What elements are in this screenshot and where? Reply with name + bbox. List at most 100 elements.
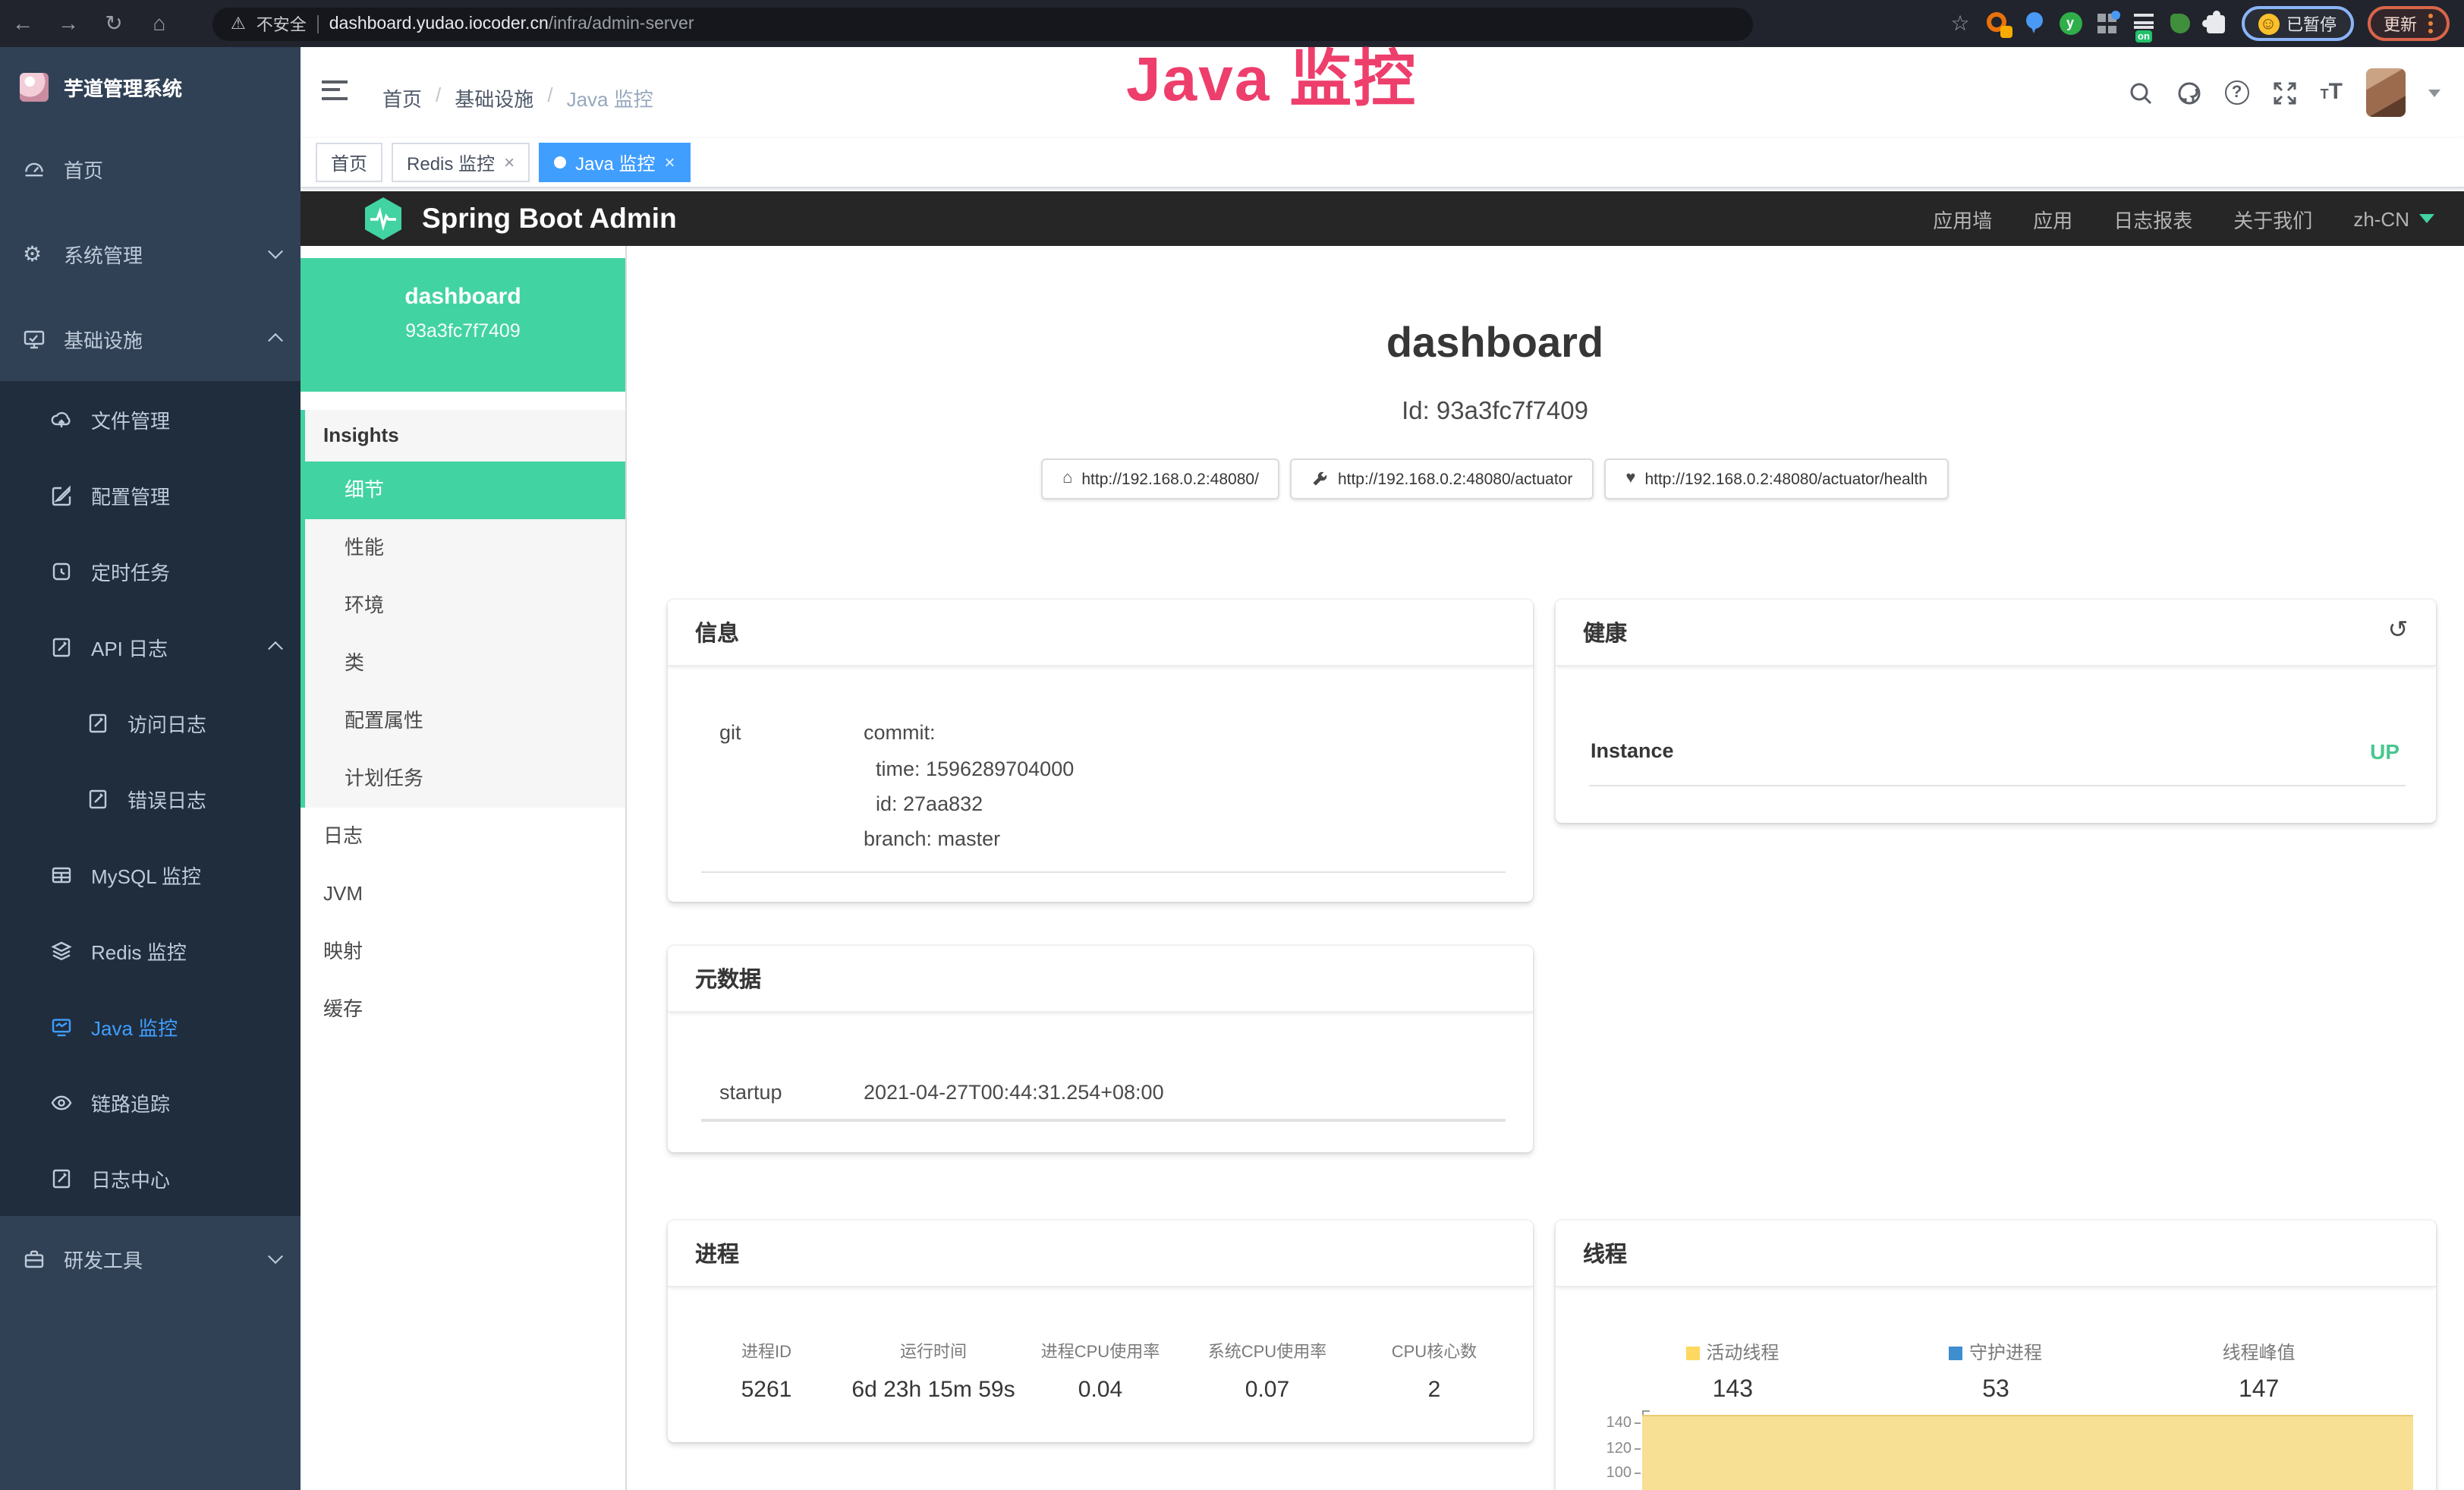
- extension-grid-icon[interactable]: [2095, 12, 2118, 35]
- sidebar-item-label: 系统管理: [64, 239, 143, 268]
- sba-menu-jvm[interactable]: JVM: [301, 865, 625, 923]
- sba-locale-select[interactable]: zh-CN: [2353, 207, 2434, 230]
- sidebar-item-file-mgmt[interactable]: 文件管理: [0, 381, 301, 457]
- browser-update-button[interactable]: 更新: [2367, 6, 2449, 41]
- fullscreen-icon[interactable]: [2272, 80, 2298, 106]
- sba-menu-details[interactable]: 细节: [305, 461, 625, 519]
- briefcase-icon: [23, 1247, 46, 1270]
- info-panel-title: 信息: [668, 600, 1533, 666]
- service-url-button[interactable]: ⌂ http://192.168.0.2:48080/: [1041, 458, 1280, 499]
- sidebar-item-system-mgmt[interactable]: ⚙ 系统管理: [0, 211, 301, 296]
- sba-nav-wallboard[interactable]: 应用墙: [1933, 204, 1992, 233]
- eye-icon: [50, 1091, 73, 1114]
- sidebar-item-home[interactable]: 首页: [0, 126, 301, 211]
- browser-profile-chip[interactable]: ☺ 已暂停: [2241, 6, 2353, 41]
- sba-menu-config-props[interactable]: 配置属性: [305, 692, 625, 750]
- address-bar[interactable]: ⚠ 不安全 dashboard.yudao.iocoder.cn/infra/a…: [212, 7, 1753, 40]
- profile-status-label: 已暂停: [2286, 11, 2337, 36]
- log-edit-icon: [87, 711, 109, 734]
- breadcrumb-home[interactable]: 首页: [382, 83, 422, 112]
- user-avatar[interactable]: [2365, 68, 2405, 117]
- sba-header: Spring Boot Admin 应用墙 应用 日志报表 关于我们 zh-CN: [301, 191, 2464, 246]
- sba-menu-environment[interactable]: 环境: [305, 577, 625, 635]
- extension-switch-icon[interactable]: on: [2132, 12, 2154, 35]
- app-sidebar: 芋道管理系统 首页 ⚙ 系统管理 基础设施 文件管理: [0, 47, 301, 1490]
- sidebar-item-error-logs[interactable]: 错误日志: [0, 761, 301, 836]
- git-time-line: time: 1596289704000: [876, 758, 1074, 780]
- tab-java-monitor[interactable]: Java 监控 ×: [539, 143, 690, 182]
- tab-redis-monitor[interactable]: Redis 监控 ×: [392, 143, 530, 182]
- sba-menu-caches[interactable]: 缓存: [301, 981, 625, 1038]
- value-pid: 5261: [683, 1377, 850, 1403]
- sba-insights-block: Insights 细节 性能 环境 类 配置属性 计划任务: [301, 410, 625, 808]
- sidebar-item-dev-tools[interactable]: 研发工具: [0, 1216, 301, 1301]
- sidebar-item-log-center[interactable]: 日志中心: [0, 1140, 301, 1216]
- font-size-icon[interactable]: TT: [2321, 78, 2343, 107]
- sba-nav-applications[interactable]: 应用: [2033, 204, 2072, 233]
- chevron-down-icon: [268, 244, 283, 259]
- breadcrumb-infrastructure[interactable]: 基础设施: [455, 83, 533, 112]
- app-shell: 芋道管理系统 首页 ⚙ 系统管理 基础设施 文件管理: [0, 47, 2464, 1490]
- chrome-menu-icon[interactable]: [2428, 14, 2432, 33]
- browser-home-icon[interactable]: ⌂: [137, 0, 182, 47]
- tab-close-icon[interactable]: ×: [664, 152, 675, 173]
- sba-body: dashboard 93a3fc7f7409 Insights 细节 性能 环境…: [301, 246, 2464, 1490]
- sba-menu-scheduled-tasks[interactable]: 计划任务: [305, 750, 625, 808]
- search-icon[interactable]: [2128, 80, 2154, 106]
- browser-back-icon[interactable]: ←: [0, 0, 46, 47]
- extension-y-icon[interactable]: y: [2059, 12, 2082, 35]
- sba-nav-about[interactable]: 关于我们: [2233, 204, 2312, 233]
- sba-menu-classes[interactable]: 类: [305, 635, 625, 692]
- browser-forward-icon[interactable]: →: [46, 0, 91, 47]
- extension-leaf-icon[interactable]: [2168, 12, 2191, 35]
- extension-pin-icon[interactable]: [2022, 12, 2045, 35]
- screen-icon: [50, 1015, 73, 1038]
- sidebar-item-mysql-monitor[interactable]: MySQL 监控: [0, 836, 301, 912]
- cloud-upload-icon: [50, 408, 73, 430]
- help-icon[interactable]: ?: [2225, 80, 2249, 105]
- sidebar-item-tracing[interactable]: 链路追踪: [0, 1064, 301, 1140]
- profile-avatar: ☺: [2258, 13, 2279, 34]
- sidebar-item-redis-monitor[interactable]: Redis 监控: [0, 912, 301, 988]
- annotation-java-monitor: Java 监控: [1126, 27, 1417, 118]
- history-icon[interactable]: ↺: [2384, 618, 2412, 645]
- sba-menu-logs[interactable]: 日志: [301, 808, 625, 865]
- sidebar-item-scheduled-jobs[interactable]: 定时任务: [0, 533, 301, 609]
- security-label: 不安全: [256, 11, 307, 36]
- log-edit-icon: [50, 1167, 73, 1189]
- bookmark-star-icon[interactable]: ☆: [1948, 0, 1972, 47]
- legend-peak-threads: 线程峰值: [2127, 1339, 2390, 1365]
- tab-close-icon[interactable]: ×: [504, 152, 515, 173]
- extension-orange-icon[interactable]: [1986, 12, 2009, 35]
- sba-menu-metrics[interactable]: 性能: [305, 519, 625, 577]
- tab-home[interactable]: 首页: [316, 143, 382, 182]
- github-icon[interactable]: [2176, 80, 2202, 106]
- sba-menu-mappings[interactable]: 映射: [301, 923, 625, 981]
- actuator-url-button[interactable]: http://192.168.0.2:48080/actuator: [1291, 458, 1594, 499]
- sba-nav-journal[interactable]: 日志报表: [2113, 204, 2192, 233]
- git-commit-line: commit:: [864, 721, 936, 744]
- sidebar-item-config-mgmt[interactable]: 配置管理: [0, 457, 301, 533]
- sidebar-item-access-logs[interactable]: 访问日志: [0, 685, 301, 761]
- row-divider: [1589, 785, 2406, 786]
- sidebar-item-api-logs[interactable]: API 日志: [0, 609, 301, 685]
- extensions-puzzle-icon[interactable]: [2204, 12, 2227, 35]
- health-url-button[interactable]: ♥ http://192.168.0.2:48080/actuator/heal…: [1604, 458, 1949, 499]
- threads-panel-title: 线程: [1556, 1221, 2436, 1287]
- hamburger-icon[interactable]: [322, 80, 348, 102]
- sba-main: dashboard Id: 93a3fc7f7409 ⌂ http://192.…: [627, 246, 2464, 1490]
- git-branch-line: branch: master: [864, 827, 1000, 850]
- sidebar-item-java-monitor[interactable]: Java 监控: [0, 988, 301, 1064]
- metadata-startup-value: 2021-04-27T00:44:31.254+08:00: [864, 1081, 1164, 1104]
- instance-id-line: Id: 93a3fc7f7409: [627, 398, 2363, 427]
- sba-instance-box[interactable]: dashboard 93a3fc7f7409: [301, 258, 625, 392]
- sidebar-item-infrastructure[interactable]: 基础设施: [0, 296, 301, 381]
- metadata-key-startup: startup: [719, 1081, 782, 1104]
- app-logo-row[interactable]: 芋道管理系统: [0, 47, 301, 126]
- y-tick-mark: [1635, 1448, 1641, 1450]
- process-table-header: 进程ID 运行时间 进程CPU使用率 系统CPU使用率 CPU核心数: [683, 1339, 1518, 1363]
- threads-legend: 活动线程 守护进程 线程峰值: [1601, 1339, 2390, 1365]
- process-table-values: 5261 6d 23h 15m 59s 0.04 0.07 2: [683, 1377, 1518, 1403]
- user-menu-caret-icon[interactable]: [2428, 89, 2440, 96]
- browser-reload-icon[interactable]: ↻: [91, 0, 137, 47]
